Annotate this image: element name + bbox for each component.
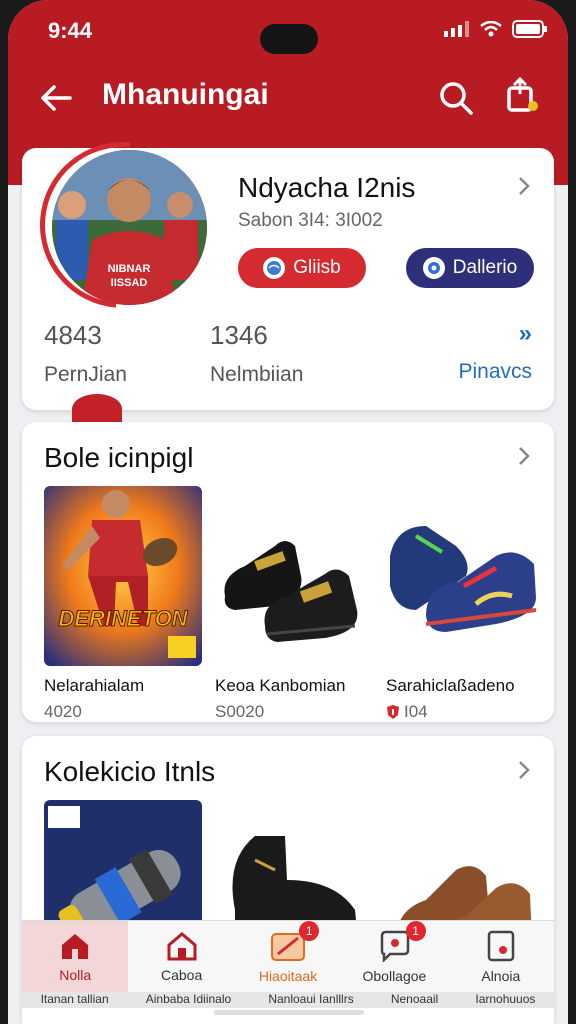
- caption-text: Itanan tallian: [40, 992, 109, 1006]
- caption-text: Iarnohuuos: [475, 992, 536, 1006]
- product-name: Keoa Kanbomian: [215, 676, 346, 695]
- product-thumb: [386, 486, 544, 666]
- battery-icon: [512, 20, 547, 38]
- sneaker-image: [386, 486, 544, 666]
- nav-label: Hiaoitaak: [258, 967, 318, 984]
- share-icon[interactable]: [502, 76, 542, 116]
- screen: 9:44 Mhanuingai NIBNAR IISSAD Ndyacha I2…: [8, 0, 568, 1024]
- profile-name: Ndyacha I2nis: [238, 172, 416, 203]
- product-row: DERINETON Nelarahialam 4020 Keoa Kanbomi…: [44, 486, 544, 722]
- caption-text: Nenoaail: [390, 992, 439, 1006]
- nav-label: Nolla: [59, 966, 92, 983]
- product-thumb: DERINETON: [44, 486, 202, 666]
- product-card[interactable]: DERINETON Nelarahialam 4020: [44, 486, 202, 722]
- nav-item-home[interactable]: Nolla: [22, 921, 129, 992]
- more-link[interactable]: » Pinavcs: [458, 320, 532, 384]
- chevron-right-icon[interactable]: [512, 174, 536, 198]
- product-name: Nelarahialam: [44, 676, 145, 695]
- globe-icon: [263, 257, 286, 279]
- page-title: Mhanuingai: [102, 78, 269, 111]
- caption-text: Ainbaba Idiinalo: [145, 992, 232, 1006]
- stat-label: PernJian: [44, 363, 127, 386]
- details-button[interactable]: Dallerio: [406, 248, 534, 288]
- nav-label: Alnoia: [481, 967, 521, 984]
- stat-value: 1346: [210, 320, 268, 350]
- thumb-title: DERINETON: [58, 606, 188, 631]
- details-button-label: Dallerio: [452, 257, 518, 278]
- notification-badge: 1: [405, 921, 426, 941]
- product-price: 4020: [44, 702, 82, 721]
- store-icon: [167, 931, 197, 960]
- phone-frame: 9:44 Mhanuingai NIBNAR IISSAD Ndyacha I2…: [0, 0, 576, 1024]
- profile-card-icon: [487, 930, 515, 961]
- notification-badge: 1: [299, 921, 320, 941]
- follow-button-label: Gliisb: [293, 257, 341, 278]
- bottom-nav: Nolla Caboa 1 Hiaoitaak 1 Obollagoe Alno…: [22, 920, 554, 992]
- caption-text: Nanloaui Ianlllrs: [268, 992, 354, 1006]
- chevron-right-icon[interactable]: [512, 444, 536, 468]
- shield-icon: [387, 705, 399, 719]
- product-price: S0020: [215, 702, 265, 721]
- product-name: Sarahiclaßadeno: [386, 676, 515, 695]
- decorative-bump: [72, 394, 122, 424]
- search-icon[interactable]: [436, 78, 476, 118]
- section-popular: Bole icinpigl DERINETON Nelarahialam 402…: [22, 422, 554, 722]
- svg-text:NIBNAR: NIBNAR: [108, 263, 151, 275]
- nav-label: Caboa: [160, 966, 203, 983]
- stat-label: Nelmbiian: [210, 363, 304, 386]
- stat-following: 1346 Nelmbiian: [210, 320, 303, 387]
- follow-button[interactable]: Gliisb: [238, 248, 366, 288]
- signal-icon: [444, 21, 469, 37]
- product-card[interactable]: Keoa Kanbomian S0020: [215, 486, 373, 722]
- profile-card: NIBNAR IISSAD Ndyacha I2nis Sabon 3I4: 3…: [8, 108, 554, 424]
- shoe-image: [215, 486, 373, 666]
- nav-item-profile[interactable]: Alnoia: [448, 921, 554, 992]
- avatar[interactable]: NIBNAR IISSAD: [52, 150, 207, 305]
- status-bar: 9:44: [8, 14, 568, 54]
- nav-item-chat[interactable]: 1 Obollagoe: [341, 921, 447, 992]
- play-icon: [422, 257, 445, 279]
- wifi-icon: [480, 21, 502, 37]
- profile-subtitle: Sabon 3I4: 3I002: [238, 210, 383, 231]
- svg-text:IISSAD: IISSAD: [111, 277, 148, 289]
- camera-notch: [260, 24, 318, 54]
- product-thumb: [215, 486, 373, 666]
- status-time: 9:44: [48, 18, 93, 43]
- nav-item-tickets[interactable]: 1 Hiaoitaak: [235, 921, 341, 992]
- caption-strip: Itanan tallian Ainbaba Idiinalo Nanloaui…: [22, 992, 554, 1008]
- more-link-label: Pinavcs: [458, 360, 532, 383]
- nav-item-store[interactable]: Caboa: [128, 921, 234, 992]
- stat-followers: 4843 PernJian: [44, 320, 127, 387]
- status-icons: [444, 20, 548, 38]
- player-photo: NIBNAR IISSAD: [52, 150, 207, 305]
- app-bar: Mhanuingai: [8, 68, 568, 128]
- stat-value: 4843: [44, 320, 102, 350]
- chevron-right-icon[interactable]: [512, 758, 536, 782]
- section-title: Bole icinpigl: [44, 442, 194, 473]
- home-indicator[interactable]: [214, 1010, 364, 1015]
- product-price: I04: [386, 702, 544, 722]
- section-title: Kolekicio Itnls: [44, 756, 216, 787]
- product-card[interactable]: Sarahiclaßadeno I04: [386, 486, 544, 722]
- back-arrow-icon[interactable]: [36, 78, 76, 118]
- double-chevron-icon: »: [518, 320, 532, 347]
- home-icon: [62, 933, 89, 959]
- nav-label: Obollagoe: [362, 967, 427, 984]
